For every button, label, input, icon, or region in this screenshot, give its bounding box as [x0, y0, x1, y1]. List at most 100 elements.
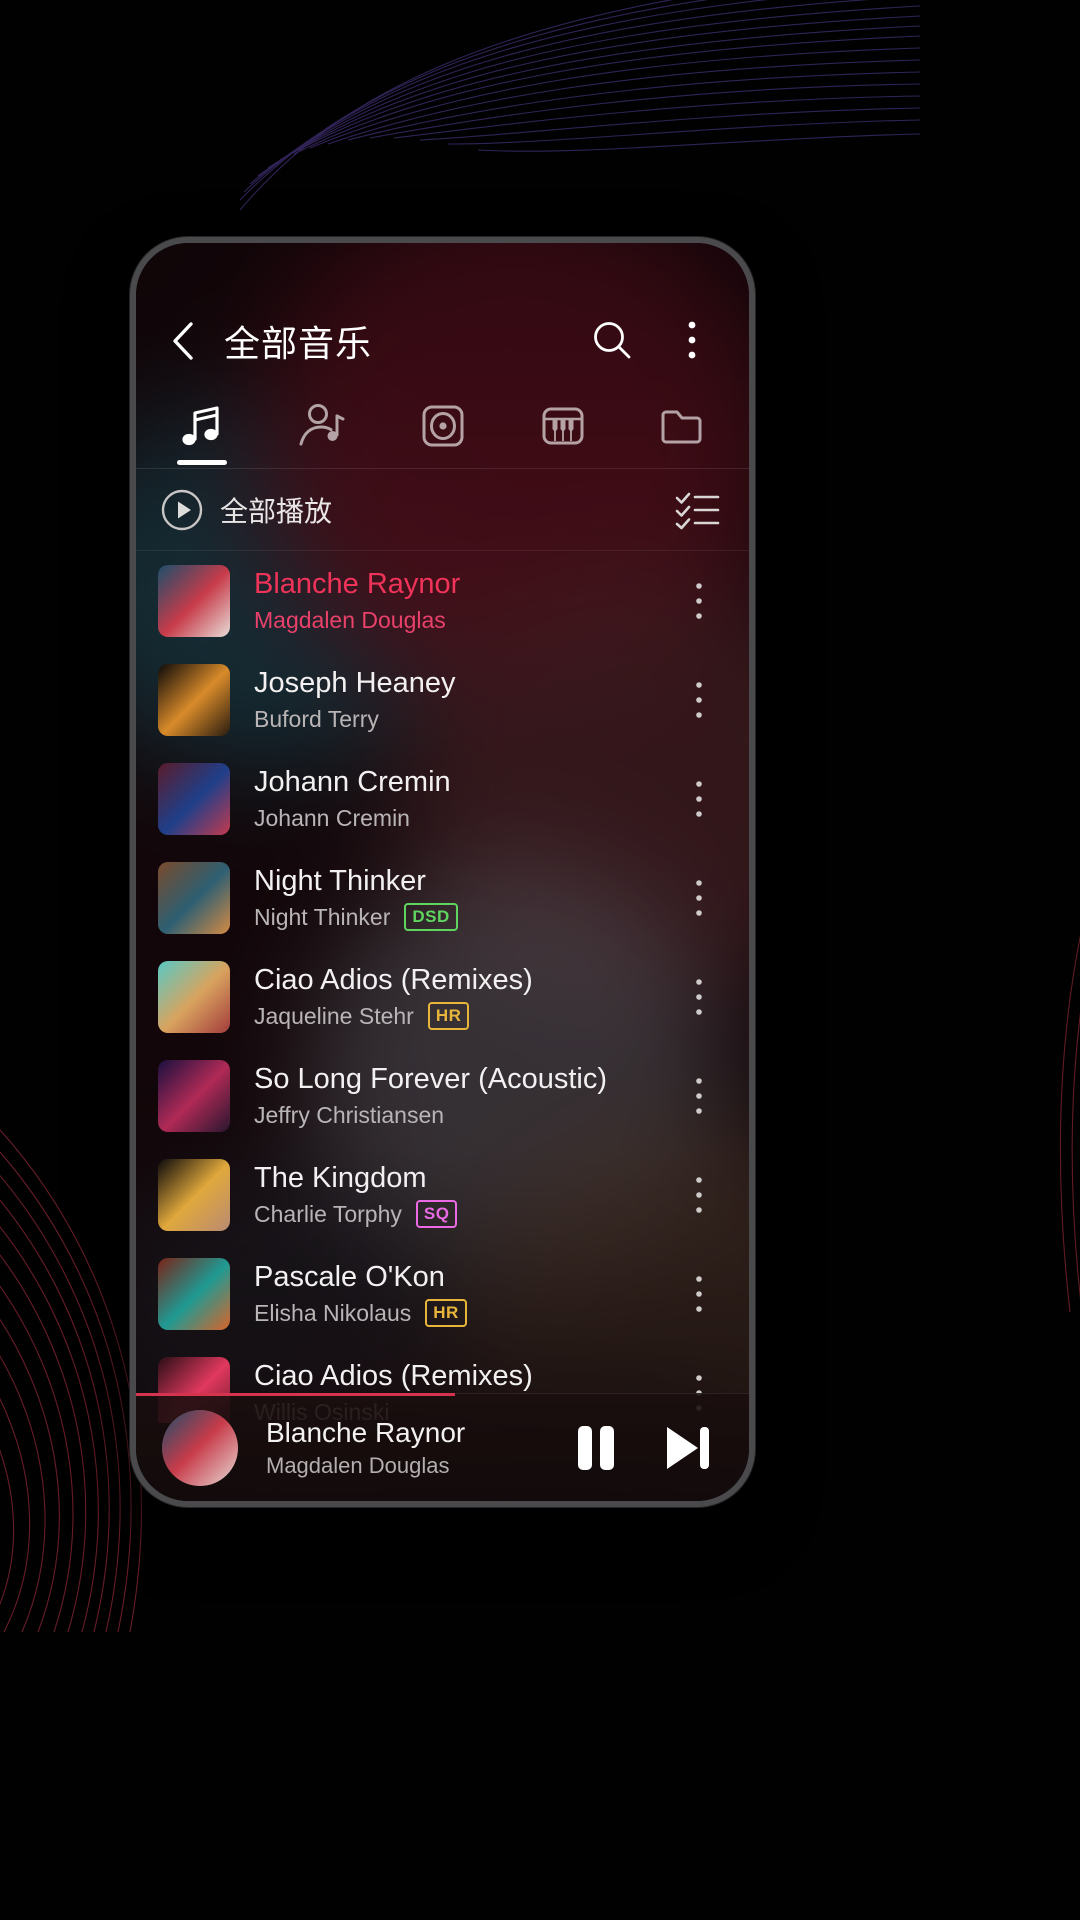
phone-screen: 全部音乐 全部播放 Blanche Raynor Magdalen Dougla… — [136, 243, 749, 1501]
music-note-icon — [182, 405, 219, 445]
more-vertical-icon — [696, 582, 702, 619]
track-subline: Night Thinker DSD — [254, 903, 673, 932]
track-metadata: Joseph Heaney Buford Terry — [230, 666, 673, 732]
play-all-bar: 全部播放 — [136, 469, 749, 551]
track-row[interactable]: The Kingdom Charlie Torphy SQ — [136, 1145, 749, 1244]
search-icon — [594, 322, 631, 359]
track-overflow-button[interactable] — [673, 962, 725, 1032]
track-row[interactable]: Johann Cremin Johann Cremin — [136, 749, 749, 848]
tab-songs[interactable] — [142, 383, 262, 469]
track-artist: Jeffry Christiansen — [254, 1101, 445, 1128]
mini-player[interactable]: Blanche Raynor Magdalen Douglas — [136, 1393, 749, 1501]
track-overflow-button[interactable] — [673, 1061, 725, 1131]
track-metadata: Ciao Adios (Remixes) Jaqueline Stehr HR — [230, 963, 673, 1031]
track-row[interactable]: Ciao Adios (Remixes) Jaqueline Stehr HR — [136, 947, 749, 1046]
wallpaper-waves-top — [239, 0, 921, 211]
track-metadata: Johann Cremin Johann Cremin — [230, 765, 673, 831]
artist-icon — [299, 403, 345, 445]
track-row[interactable]: Pascale O'Kon Elisha Nikolaus HR — [136, 1244, 749, 1343]
track-subline: Jaqueline Stehr HR — [254, 1002, 673, 1031]
track-title: Ciao Adios (Remixes) — [254, 963, 533, 996]
track-overflow-button[interactable] — [673, 1259, 725, 1329]
quality-badge: SQ — [415, 1200, 458, 1229]
track-album-art — [158, 1158, 230, 1231]
track-overflow-button[interactable] — [673, 764, 725, 834]
track-row[interactable]: Blanche Raynor Magdalen Douglas — [136, 551, 749, 650]
more-vertical-icon — [696, 879, 702, 916]
back-button[interactable] — [158, 316, 208, 366]
track-album-art — [158, 1059, 230, 1132]
category-tab-strip — [136, 383, 749, 469]
track-row[interactable]: So Long Forever (Acoustic) Jeffry Christi… — [136, 1046, 749, 1145]
track-title: The Kingdom — [254, 1161, 427, 1194]
play-all-button[interactable]: 全部播放 — [160, 488, 671, 532]
track-album-art — [158, 960, 230, 1033]
track-title: Pascale O'Kon — [254, 1260, 445, 1293]
checklist-icon — [675, 492, 720, 529]
playback-progress-bar — [136, 1393, 455, 1396]
active-tab-indicator — [177, 459, 228, 465]
chevron-left-icon — [173, 322, 193, 360]
track-subline: Johann Cremin — [254, 805, 673, 832]
pause-button[interactable] — [571, 1420, 621, 1476]
track-title: Night Thinker — [254, 864, 426, 897]
pause-icon — [578, 1425, 614, 1470]
track-subline: Magdalen Douglas — [254, 607, 673, 634]
more-vertical-icon — [696, 1077, 702, 1114]
quality-badge: HR — [427, 1002, 470, 1031]
folder-icon — [661, 410, 702, 443]
track-artist: Johann Cremin — [254, 804, 410, 831]
tab-albums[interactable] — [382, 383, 502, 469]
search-button[interactable] — [585, 313, 639, 367]
app-bar: 全部音乐 — [136, 243, 749, 383]
track-list[interactable]: Blanche Raynor Magdalen Douglas Joseph Hea… — [136, 551, 749, 1423]
track-row[interactable]: Night Thinker Night Thinker DSD — [136, 848, 749, 947]
track-overflow-button[interactable] — [673, 863, 725, 933]
more-vertical-icon — [696, 1275, 702, 1312]
track-metadata: Pascale O'Kon Elisha Nikolaus HR — [230, 1260, 673, 1328]
track-title: Ciao Adios (Remixes) — [254, 1360, 533, 1393]
track-row[interactable]: Joseph Heaney Buford Terry — [136, 650, 749, 749]
track-artist: Magdalen Douglas — [254, 606, 446, 633]
mini-player-album-art[interactable] — [162, 1409, 238, 1486]
more-vertical-icon — [696, 780, 702, 817]
more-vertical-icon — [688, 321, 696, 359]
track-title: Blanche Raynor — [254, 568, 461, 601]
next-track-button[interactable] — [659, 1420, 715, 1476]
track-title: Joseph Heaney — [254, 667, 456, 700]
track-album-art — [158, 762, 230, 835]
track-artist: Buford Terry — [254, 705, 379, 732]
track-artist: Jaqueline Stehr — [254, 1002, 414, 1029]
mini-player-title: Blanche Raynor — [266, 1416, 466, 1448]
quality-badge: HR — [425, 1299, 467, 1328]
track-subline: Charlie Torphy SQ — [254, 1200, 673, 1229]
phone-device-frame: 全部音乐 全部播放 Blanche Raynor Magdalen Dougla… — [130, 237, 755, 1507]
app-bar-actions — [585, 313, 719, 367]
track-album-art — [158, 564, 230, 637]
piano-keys-icon — [542, 407, 584, 444]
track-metadata: Night Thinker Night Thinker DSD — [230, 864, 673, 932]
more-vertical-icon — [696, 681, 702, 718]
track-overflow-button[interactable] — [673, 566, 725, 636]
track-album-art — [158, 861, 230, 934]
mini-player-artist: Magdalen Douglas — [266, 1452, 450, 1478]
mini-player-metadata: Blanche Raynor Magdalen Douglas — [238, 1417, 571, 1479]
quality-badge: DSD — [404, 903, 458, 932]
track-overflow-button[interactable] — [673, 665, 725, 735]
track-subline: Jeffry Christiansen — [254, 1102, 673, 1129]
play-circle-icon — [161, 489, 203, 530]
track-album-art — [158, 1257, 230, 1330]
app-bar-left-group: 全部音乐 — [158, 315, 585, 367]
more-vertical-icon — [696, 978, 702, 1015]
track-artist: Night Thinker — [254, 903, 391, 930]
track-overflow-button[interactable] — [673, 1160, 725, 1230]
tab-folders[interactable] — [623, 383, 743, 469]
tab-genres[interactable] — [503, 383, 623, 469]
track-artist: Elisha Nikolaus — [254, 1299, 412, 1326]
track-subline: Elisha Nikolaus HR — [254, 1299, 673, 1328]
overflow-menu-button[interactable] — [665, 313, 719, 367]
multi-select-button[interactable] — [671, 484, 723, 536]
page-title: 全部音乐 — [224, 323, 373, 364]
track-metadata: So Long Forever (Acoustic) Jeffry Christi… — [230, 1062, 673, 1128]
tab-artists[interactable] — [262, 383, 382, 469]
